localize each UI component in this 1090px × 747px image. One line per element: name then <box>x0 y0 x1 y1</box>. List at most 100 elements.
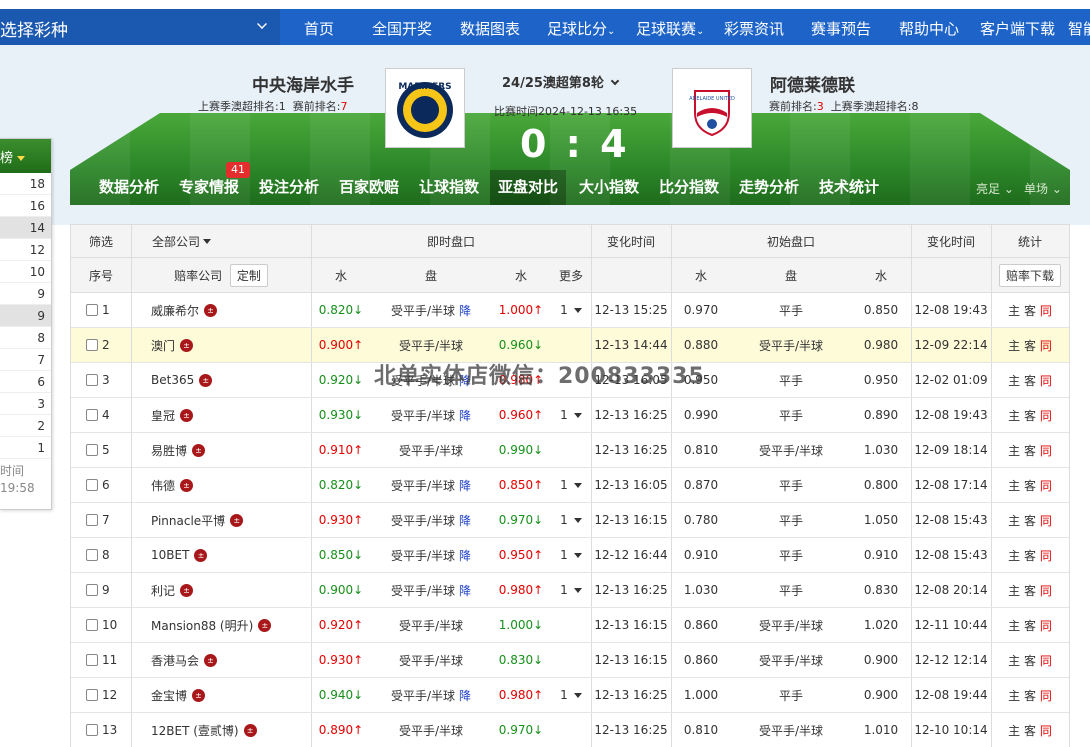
row-select-checkbox[interactable] <box>86 689 98 701</box>
company-name[interactable]: Bet365 <box>151 373 194 387</box>
company-name[interactable]: 伟德 <box>151 477 175 494</box>
company-name[interactable]: 皇冠 <box>151 407 175 424</box>
company-name[interactable]: 12BET (壹贰博) <box>151 722 239 739</box>
company-name[interactable]: Mansion88 (明升) <box>151 617 253 634</box>
nav-football-scores[interactable]: 足球比分⌄ <box>547 18 615 39</box>
row-select-checkbox[interactable] <box>86 549 98 561</box>
company-name[interactable]: 10BET <box>151 548 189 562</box>
tab-trend-analysis[interactable]: 走势分析 <box>732 170 806 205</box>
round-selector[interactable]: 24/25澳超第8轮 <box>502 72 620 91</box>
stat-away-link[interactable]: 客 <box>1024 477 1036 494</box>
stat-home-link[interactable]: 主 <box>1008 687 1020 704</box>
stat-same-link[interactable]: 同 <box>1040 337 1052 354</box>
stat-home-link[interactable]: 主 <box>1008 512 1020 529</box>
stat-home-link[interactable]: 主 <box>1008 722 1020 739</box>
tab-european-odds[interactable]: 百家欧赔 <box>332 170 406 205</box>
row-select-checkbox[interactable] <box>86 479 98 491</box>
stat-away-link[interactable]: 客 <box>1024 372 1036 389</box>
stat-away-link[interactable]: 客 <box>1024 407 1036 424</box>
company-name[interactable]: Pinnacle平博 <box>151 512 225 529</box>
tab-over-under[interactable]: 大小指数 <box>572 170 646 205</box>
stat-home-link[interactable]: 主 <box>1008 652 1020 669</box>
nav-football-leagues[interactable]: 足球联赛⌄ <box>636 18 704 39</box>
company-name[interactable]: 金宝博 <box>151 687 187 704</box>
stat-away-link[interactable]: 客 <box>1024 512 1036 529</box>
tab-data-analysis[interactable]: 数据分析 <box>92 170 166 205</box>
stat-home-link[interactable]: 主 <box>1008 442 1020 459</box>
home-team-logo[interactable]: MARINERS <box>385 68 465 148</box>
caret-down-icon[interactable] <box>573 412 582 418</box>
nav-help-center[interactable]: 帮助中心 <box>899 18 959 39</box>
stat-away-link[interactable]: 客 <box>1024 687 1036 704</box>
caret-down-icon[interactable] <box>573 692 582 698</box>
nav-client-download[interactable]: 客户端下载 <box>980 18 1055 39</box>
tab-handicap-index[interactable]: 让球指数 <box>412 170 486 205</box>
row-select-checkbox[interactable] <box>86 304 98 316</box>
stat-same-link[interactable]: 同 <box>1040 372 1052 389</box>
stat-away-link[interactable]: 客 <box>1024 652 1036 669</box>
stat-home-link[interactable]: 主 <box>1008 372 1020 389</box>
caret-down-icon[interactable] <box>573 307 582 313</box>
home-team-name[interactable]: 中央海岸水手 <box>252 71 354 96</box>
row-select-checkbox[interactable] <box>86 374 98 386</box>
stat-home-link[interactable]: 主 <box>1008 547 1020 564</box>
away-team-name[interactable]: 阿德莱德联 <box>770 71 855 96</box>
company-info-icon[interactable]: ± <box>258 618 272 632</box>
stat-away-link[interactable]: 客 <box>1024 302 1036 319</box>
stat-away-link[interactable]: 客 <box>1024 582 1036 599</box>
stat-home-link[interactable]: 主 <box>1008 477 1020 494</box>
more-count[interactable]: 1 <box>560 303 568 317</box>
stat-same-link[interactable]: 同 <box>1040 652 1052 669</box>
stat-away-link[interactable]: 客 <box>1024 442 1036 459</box>
ranking-panel-header[interactable]: 榜 <box>0 139 51 173</box>
row-select-checkbox[interactable] <box>86 339 98 351</box>
stat-home-link[interactable]: 主 <box>1008 617 1020 634</box>
caret-down-icon[interactable] <box>573 552 582 558</box>
company-info-icon[interactable]: ± <box>180 338 194 352</box>
company-name[interactable]: 威廉希尔 <box>151 302 199 319</box>
company-info-icon[interactable]: ± <box>194 548 208 562</box>
company-info-icon[interactable]: ± <box>230 513 244 527</box>
stat-home-link[interactable]: 主 <box>1008 302 1020 319</box>
stat-home-link[interactable]: 主 <box>1008 407 1020 424</box>
company-name[interactable]: 易胜博 <box>151 442 187 459</box>
company-filter-dropdown[interactable]: 全部公司 <box>131 225 311 257</box>
row-select-checkbox[interactable] <box>86 724 98 736</box>
company-name[interactable]: 利记 <box>151 582 175 599</box>
away-team-logo[interactable]: ADELAIDE UNITED <box>672 68 752 148</box>
stat-same-link[interactable]: 同 <box>1040 477 1052 494</box>
company-info-icon[interactable]: ± <box>199 373 213 387</box>
highlight-toggle[interactable]: 亮足 ⌄ <box>976 180 1014 197</box>
tab-correct-score[interactable]: 比分指数 <box>652 170 726 205</box>
caret-down-icon[interactable] <box>573 517 582 523</box>
stat-same-link[interactable]: 同 <box>1040 547 1052 564</box>
company-info-icon[interactable]: ± <box>180 408 194 422</box>
caret-down-icon[interactable] <box>573 587 582 593</box>
more-count[interactable]: 1 <box>560 583 568 597</box>
stat-same-link[interactable]: 同 <box>1040 687 1052 704</box>
row-select-checkbox[interactable] <box>86 584 98 596</box>
nav-data-charts[interactable]: 数据图表 <box>460 18 520 39</box>
lottery-selector[interactable]: 选择彩种 <box>0 9 280 45</box>
tab-asian-handicap[interactable]: 亚盘对比 <box>490 170 566 205</box>
customize-button[interactable]: 定制 <box>229 263 268 287</box>
stat-home-link[interactable]: 主 <box>1008 582 1020 599</box>
stat-away-link[interactable]: 客 <box>1024 722 1036 739</box>
company-info-icon[interactable]: ± <box>204 303 218 317</box>
company-info-icon[interactable]: ± <box>192 443 206 457</box>
tab-betting-analysis[interactable]: 投注分析 <box>252 170 326 205</box>
single-match-toggle[interactable]: 单场 ⌄ <box>1024 180 1062 197</box>
stat-same-link[interactable]: 同 <box>1040 407 1052 424</box>
company-name[interactable]: 澳门 <box>151 337 175 354</box>
more-count[interactable]: 1 <box>560 513 568 527</box>
tab-tech-stats[interactable]: 技术统计 <box>812 170 886 205</box>
stat-same-link[interactable]: 同 <box>1040 722 1052 739</box>
stat-same-link[interactable]: 同 <box>1040 582 1052 599</box>
company-info-icon[interactable]: ± <box>204 653 218 667</box>
stat-home-link[interactable]: 主 <box>1008 337 1020 354</box>
nav-lottery-news[interactable]: 彩票资讯 <box>724 18 784 39</box>
row-select-checkbox[interactable] <box>86 514 98 526</box>
row-select-checkbox[interactable] <box>86 409 98 421</box>
company-name[interactable]: 香港马会 <box>151 652 199 669</box>
more-count[interactable]: 1 <box>560 408 568 422</box>
